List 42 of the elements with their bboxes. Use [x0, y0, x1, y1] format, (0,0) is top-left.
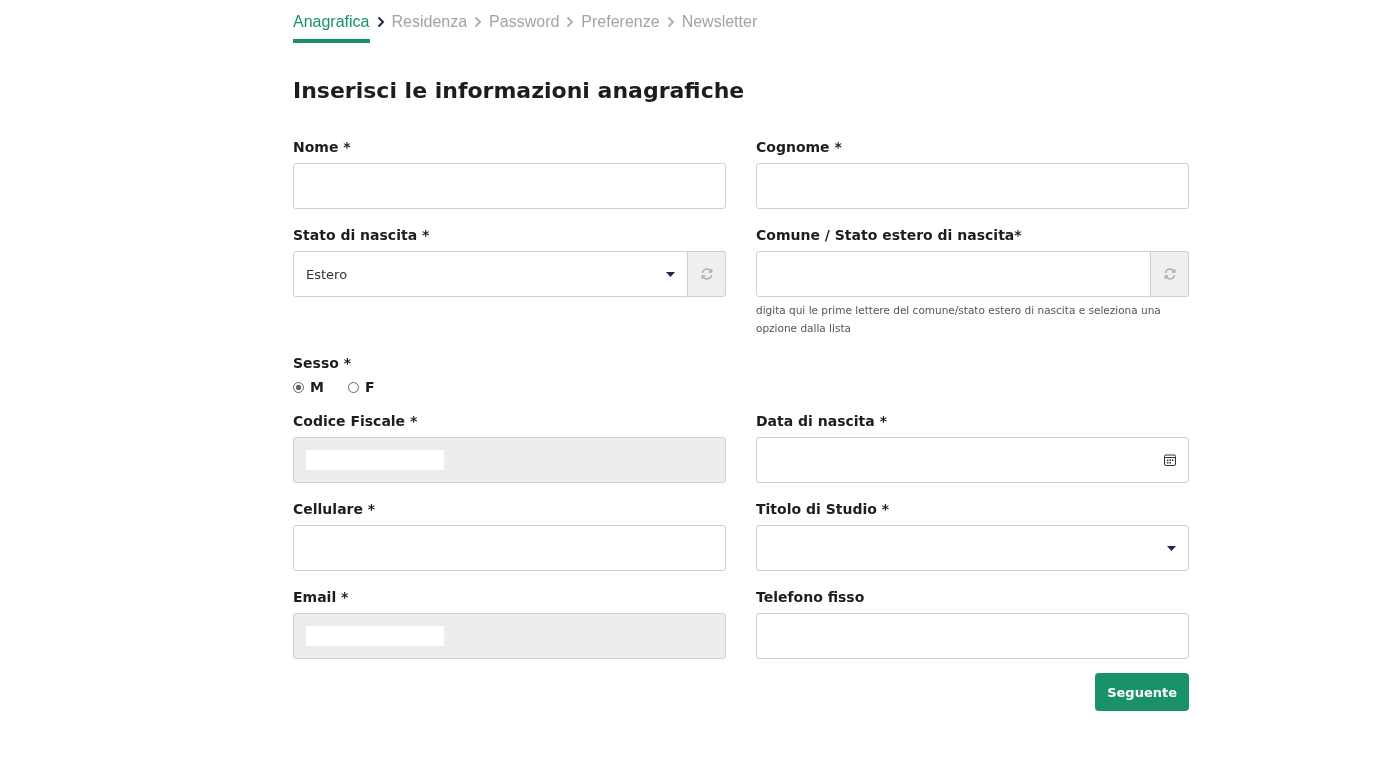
- date-field[interactable]: [756, 437, 1189, 483]
- field-hint: digita qui le prime lettere del comune/stato estero di nascita e seleziona una opzione dalla lista: [756, 303, 1162, 336]
- refresh-icon: [699, 267, 714, 281]
- field-label: Stato di nascita *: [293, 227, 431, 243]
- field-label: Titolo di Studio *: [756, 501, 891, 517]
- field-label: Data di nascita *: [756, 413, 888, 429]
- input-field[interactable]: [756, 251, 1151, 297]
- field-label: Sesso *: [293, 355, 353, 371]
- refresh-button[interactable]: [688, 251, 726, 297]
- refresh-icon: [1162, 267, 1177, 281]
- input-field[interactable]: [756, 163, 1189, 209]
- field-label: Comune / Stato estero di nascita*: [756, 227, 1023, 243]
- radio-button[interactable]: [347, 381, 359, 393]
- radio-option[interactable]: F: [347, 379, 375, 395]
- field-label: Cognome *: [756, 139, 843, 155]
- form-heading: Inserisci le informazioni anagrafiche: [293, 78, 746, 103]
- refresh-button[interactable]: [1151, 251, 1189, 297]
- input-field[interactable]: [756, 613, 1189, 659]
- step-tab[interactable]: Residenza: [391, 13, 468, 43]
- select-field[interactable]: [756, 525, 1189, 571]
- caret-icon: [666, 271, 675, 277]
- select-field[interactable]: Estero: [293, 251, 688, 297]
- chevron-icon: [376, 16, 385, 28]
- field-label: Telefono fisso: [756, 589, 866, 605]
- field-label: Nome *: [293, 139, 352, 155]
- chevron-icon: [666, 16, 675, 28]
- caret-icon: [1167, 545, 1176, 551]
- calendar-icon: [1164, 454, 1176, 466]
- radio-option[interactable]: M: [293, 379, 324, 395]
- step-tab[interactable]: Anagrafica: [293, 13, 370, 43]
- chevron-icon: [566, 16, 575, 28]
- chevron-icon: [474, 16, 483, 28]
- next-button[interactable]: Seguente: [1095, 673, 1189, 711]
- step-tab[interactable]: Newsletter: [681, 13, 758, 43]
- radio-button[interactable]: [293, 381, 304, 393]
- field-label: Email *: [293, 589, 350, 605]
- step-tab[interactable]: Password: [489, 13, 560, 43]
- field-label: Cellulare *: [293, 501, 377, 517]
- input-field[interactable]: [293, 163, 726, 209]
- field-label: Codice Fiscale *: [293, 413, 419, 429]
- input-field[interactable]: [293, 525, 726, 571]
- step-tab[interactable]: Preferenze: [581, 13, 660, 43]
